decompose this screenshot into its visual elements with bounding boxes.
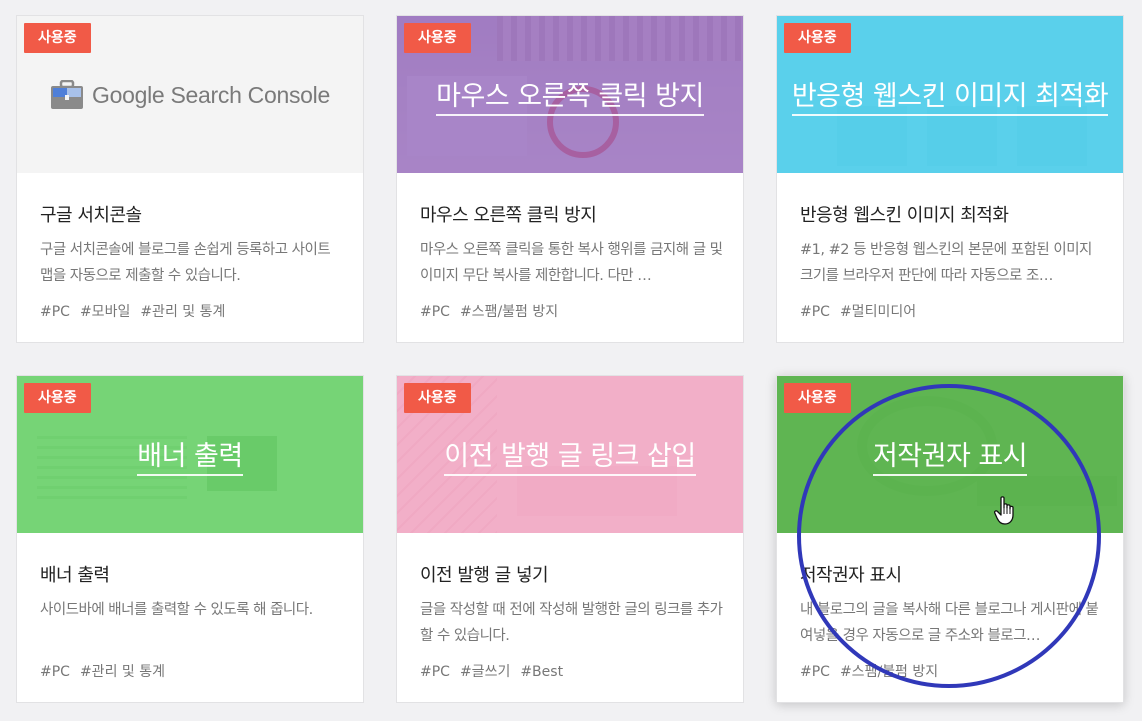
plugin-card-right-click-block[interactable]: 마우스 오른쪽 클릭 방지 사용중 마우스 오른쪽 클릭 방지 마우스 오른쪽 …	[396, 15, 744, 343]
thumbnail-title: 저작권자 표시	[777, 434, 1123, 476]
card-title[interactable]: 저작권자 표시	[800, 561, 1103, 587]
card-thumbnail: 이전 발행 글 링크 삽입 사용중	[397, 376, 743, 533]
tag-list: #PC #스팸/불펌 방지	[800, 661, 948, 681]
tag[interactable]: #스팸/불펌 방지	[460, 304, 558, 320]
tag[interactable]: #PC	[40, 304, 70, 320]
tag-list: #PC #스팸/불펌 방지	[420, 301, 568, 321]
tag[interactable]: #글쓰기	[460, 664, 510, 680]
card-title[interactable]: 이전 발행 글 넣기	[420, 561, 723, 587]
plugin-card-previous-post-link[interactable]: 이전 발행 글 링크 삽입 사용중 이전 발행 글 넣기 글을 작성할 때 전에…	[396, 375, 744, 703]
card-description: 내 블로그의 글을 복사해 다른 블로그나 게시판에 붙여넣을 경우 자동으로 …	[800, 602, 1099, 644]
thumbnail-title: 이전 발행 글 링크 삽입	[397, 434, 743, 476]
thumbnail-title: 반응형 웹스킨 이미지 최적화	[777, 74, 1123, 116]
tag-list: #PC #글쓰기 #Best	[420, 661, 573, 681]
hand-cursor-icon	[994, 496, 1014, 525]
tag[interactable]: #PC	[420, 304, 450, 320]
card-thumbnail: 배너 출력 사용중	[17, 376, 363, 533]
logo-text: Google Search Console	[92, 81, 330, 108]
card-description: #1, #2 등 반응형 웹스킨의 본문에 포함된 이미지 크기를 브라우저 판…	[800, 242, 1092, 284]
toolbox-icon	[51, 80, 84, 109]
card-title[interactable]: 마우스 오른쪽 클릭 방지	[420, 201, 723, 227]
tag[interactable]: #스팸/불펌 방지	[840, 664, 938, 680]
tag[interactable]: #PC	[800, 304, 830, 320]
tag[interactable]: #PC	[800, 664, 830, 680]
card-title[interactable]: 배너 출력	[40, 561, 343, 587]
card-thumbnail: 마우스 오른쪽 클릭 방지 사용중	[397, 16, 743, 173]
in-use-badge: 사용중	[404, 23, 471, 53]
tag[interactable]: #멀티미디어	[840, 304, 916, 320]
card-description: 마우스 오른쪽 클릭을 통한 복사 행위를 금지해 글 및 이미지 무단 복사를…	[420, 242, 723, 284]
tag[interactable]: #관리 및 통계	[80, 664, 165, 680]
google-search-console-logo: Google Search Console	[17, 80, 363, 110]
card-title[interactable]: 구글 서치콘솔	[40, 201, 343, 227]
card-description: 글을 작성할 때 전에 작성해 발행한 글의 링크를 추가할 수 있습니다.	[420, 602, 723, 644]
plugin-card-responsive-image[interactable]: 반응형 웹스킨 이미지 최적화 사용중 반응형 웹스킨 이미지 최적화 #1, …	[776, 15, 1124, 343]
plugin-card-copyright[interactable]: 저작권자 표시 사용중 저작권자 표시 내 블로그의 글을 복사해 다른 블로그…	[776, 375, 1124, 703]
plugin-card-banner[interactable]: 배너 출력 사용중 배너 출력 사이드바에 배너를 출력할 수 있도록 해 줍니…	[16, 375, 364, 703]
thumbnail-title: 마우스 오른쪽 클릭 방지	[397, 74, 743, 116]
tag-list: #PC #모바일 #관리 및 통계	[40, 301, 235, 321]
card-thumbnail: 반응형 웹스킨 이미지 최적화 사용중	[777, 16, 1123, 173]
card-description: 구글 서치콘솔에 블로그를 손쉽게 등록하고 사이트맵을 자동으로 제출할 수 …	[40, 242, 331, 284]
tag-list: #PC #멀티미디어	[800, 301, 926, 321]
in-use-badge: 사용중	[784, 383, 851, 413]
tag[interactable]: #모바일	[80, 304, 130, 320]
tag[interactable]: #Best	[520, 664, 563, 680]
card-thumbnail: 저작권자 표시 사용중	[777, 376, 1123, 533]
thumbnail-title: 배너 출력	[17, 434, 363, 476]
in-use-badge: 사용중	[24, 383, 91, 413]
tag-list: #PC #관리 및 통계	[40, 661, 175, 681]
in-use-badge: 사용중	[404, 383, 471, 413]
plugin-card-google-search-console[interactable]: Google Search Console 사용중 구글 서치콘솔 구글 서치콘…	[16, 15, 364, 343]
tag[interactable]: #PC	[40, 664, 70, 680]
in-use-badge: 사용중	[784, 23, 851, 53]
tag[interactable]: #PC	[420, 664, 450, 680]
card-title[interactable]: 반응형 웹스킨 이미지 최적화	[800, 201, 1103, 227]
card-thumbnail: Google Search Console 사용중	[17, 16, 363, 173]
card-description: 사이드바에 배너를 출력할 수 있도록 해 줍니다.	[40, 602, 313, 618]
in-use-badge: 사용중	[24, 23, 91, 53]
tag[interactable]: #관리 및 통계	[140, 304, 225, 320]
